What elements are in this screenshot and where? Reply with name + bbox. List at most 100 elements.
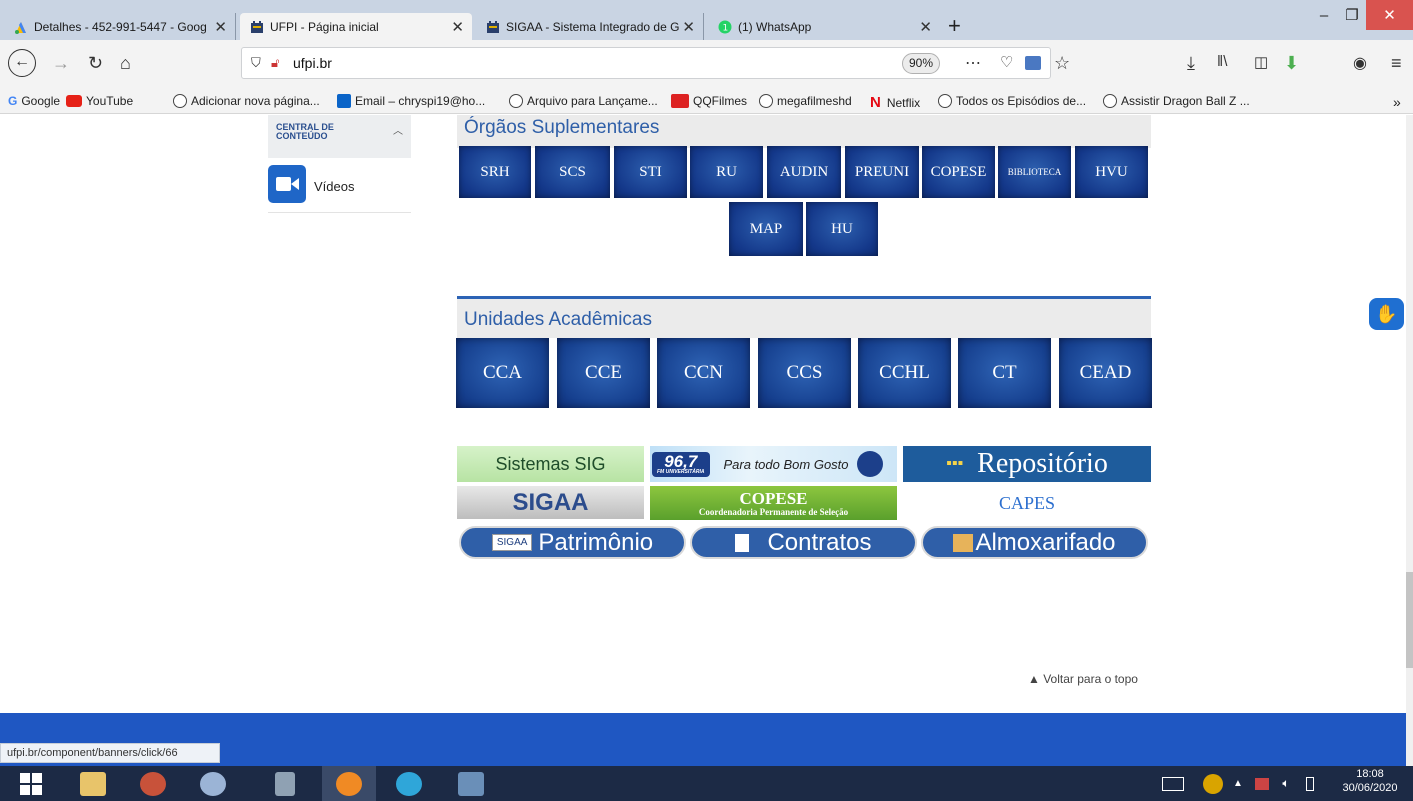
capes-banner[interactable]: CAPES: [903, 486, 1151, 520]
file-explorer-icon[interactable]: [66, 766, 120, 801]
restore-button[interactable]: ❐: [1338, 0, 1366, 30]
url-text[interactable]: ufpi.br: [293, 55, 332, 71]
app-icon[interactable]: [444, 766, 498, 801]
close-icon[interactable]: ✕: [919, 18, 932, 36]
sidebar-icon[interactable]: ◫: [1254, 53, 1268, 71]
tab-title: Detalhes - 452-991-5447 - Goog: [34, 19, 207, 34]
help-icon[interactable]: [1198, 766, 1228, 801]
close-window-button[interactable]: ✕: [1366, 0, 1413, 30]
orgao-button[interactable]: PREUNI: [845, 146, 919, 198]
unidade-button[interactable]: CCN: [657, 338, 750, 408]
tab-sigaa[interactable]: SIGAA - Sistema Integrado de G ✕: [476, 13, 704, 40]
orgao-button[interactable]: AUDIN: [767, 146, 841, 198]
orgao-button[interactable]: SRH: [459, 146, 531, 198]
radio-slogan: Para todo Bom Gosto: [723, 456, 849, 472]
video-camera-icon[interactable]: [268, 165, 306, 203]
copese-banner[interactable]: COPESE Coordenadoria Permanente de Seleç…: [650, 486, 897, 520]
tab-google-ads[interactable]: Detalhes - 452-991-5447 - Goog ✕: [4, 13, 236, 40]
home-button[interactable]: ⌂: [120, 53, 131, 74]
unidade-button[interactable]: CCE: [557, 338, 650, 408]
radio-banner[interactable]: 96,7 FM UNIVERSITÁRIA Para todo Bom Gosto: [650, 446, 897, 482]
back-button[interactable]: ←: [8, 49, 36, 77]
repositorio-banner[interactable]: ▪▪▪ Repositório: [903, 446, 1151, 482]
sidebar-item-videos[interactable]: Vídeos: [314, 179, 354, 194]
unidade-button[interactable]: CCA: [456, 338, 549, 408]
bookmark-google[interactable]: G Google: [8, 94, 60, 108]
ufpi-icon: [250, 20, 264, 34]
minimize-button[interactable]: –: [1310, 0, 1338, 30]
tray-chevron-icon[interactable]: ▲: [1228, 766, 1248, 801]
ccleaner-icon[interactable]: [126, 766, 180, 801]
orgao-button[interactable]: BIBLIOTECA: [998, 146, 1071, 198]
almoxarifado-button[interactable]: Almoxarifado: [921, 526, 1148, 559]
scrollbar-thumb[interactable]: [1406, 572, 1413, 668]
orgao-button[interactable]: COPESE: [922, 146, 995, 198]
reload-button[interactable]: ↻: [88, 53, 103, 74]
pocket-icon[interactable]: ♡: [1000, 53, 1013, 71]
calculator-icon[interactable]: [258, 766, 312, 801]
outlook-icon: [337, 94, 351, 108]
orgao-button[interactable]: MAP: [729, 202, 803, 256]
sistemas-sig-banner[interactable]: Sistemas SIG: [457, 446, 644, 482]
download-icon[interactable]: ⤓: [1187, 53, 1195, 74]
chevron-up-icon[interactable]: ︿: [393, 122, 403, 137]
insecure-lock-icon[interactable]: 🔓︎: [271, 55, 279, 71]
globe-icon: [1103, 94, 1117, 108]
scrollbar-track[interactable]: [1406, 115, 1413, 766]
windows-start-icon[interactable]: [4, 766, 58, 801]
orgao-button[interactable]: HU: [806, 202, 878, 256]
contratos-button[interactable]: Contratos: [690, 526, 917, 559]
clock[interactable]: 18:08 30/06/2020: [1340, 767, 1400, 795]
tab-ufpi[interactable]: UFPI - Página inicial ✕: [240, 13, 472, 40]
keyboard-icon[interactable]: [1155, 766, 1191, 801]
bookmark-nova-pagina[interactable]: Adicionar nova página...: [173, 94, 320, 108]
accessibility-hand-icon[interactable]: ✋: [1369, 298, 1404, 330]
bookmark-star-icon[interactable]: ☆: [1054, 53, 1070, 74]
account-icon[interactable]: ◉: [1353, 53, 1367, 73]
new-tab-button[interactable]: +: [948, 13, 961, 39]
divider: [268, 212, 411, 213]
paint-icon[interactable]: [186, 766, 240, 801]
bookmark-episodios[interactable]: Todos os Episódios de...: [938, 94, 1086, 108]
bookmark-qqfilmes[interactable]: QQFilmes: [671, 94, 747, 108]
tab-whatsapp[interactable]: 1 (1) WhatsApp ✕: [708, 13, 940, 40]
zoom-level[interactable]: 90%: [902, 53, 940, 74]
back-to-top-link[interactable]: ▲ Voltar para o topo: [1028, 672, 1138, 686]
globe-icon: [759, 94, 773, 108]
close-icon[interactable]: ✕: [214, 18, 227, 36]
bookmark-netflix[interactable]: N Netflix: [870, 94, 920, 111]
bookmark-dragon-ball[interactable]: Assistir Dragon Ball Z ...: [1103, 94, 1250, 108]
orgao-button[interactable]: STI: [614, 146, 687, 198]
sigaa-banner[interactable]: SIGAA: [457, 486, 644, 519]
translate-icon[interactable]: [1025, 56, 1041, 70]
close-icon[interactable]: ✕: [682, 18, 695, 36]
volume-icon[interactable]: 🔈︎: [1274, 766, 1298, 801]
flag-icon[interactable]: [1250, 766, 1274, 801]
shield-icon[interactable]: ⛉: [251, 55, 261, 71]
extension-icon[interactable]: ⬇: [1284, 53, 1299, 74]
section-title-orgaos: Órgãos Suplementares: [457, 115, 1151, 148]
firefox-icon[interactable]: [322, 766, 376, 801]
orgao-button[interactable]: SCS: [535, 146, 610, 198]
unidade-button[interactable]: CCHL: [858, 338, 951, 408]
bookmark-youtube[interactable]: YouTube: [66, 94, 133, 108]
bookmark-email[interactable]: Email – chryspi19@ho...: [337, 94, 485, 108]
bookmark-megafilmes[interactable]: megafilmeshd: [759, 94, 852, 108]
patrimonio-button[interactable]: SIGAA Patrimônio: [459, 526, 686, 559]
battery-icon[interactable]: [1298, 766, 1322, 801]
close-icon[interactable]: ✕: [451, 18, 464, 36]
library-icon[interactable]: ‖\: [1217, 53, 1227, 70]
unidade-button[interactable]: CCS: [758, 338, 851, 408]
clock-date: 30/06/2020: [1342, 782, 1398, 794]
orgao-button[interactable]: HVU: [1075, 146, 1148, 198]
page-actions-icon[interactable]: ⋯: [965, 53, 981, 73]
bookmark-arquivo[interactable]: Arquivo para Lançame...: [509, 94, 658, 108]
unidade-button[interactable]: CEAD: [1059, 338, 1152, 408]
orgao-button[interactable]: RU: [690, 146, 763, 198]
forward-button[interactable]: →: [52, 53, 70, 74]
edge-icon[interactable]: [382, 766, 436, 801]
radio-badge-icon: [856, 451, 883, 477]
more-bookmarks-icon[interactable]: »: [1393, 94, 1401, 110]
unidade-button[interactable]: CT: [958, 338, 1051, 408]
menu-icon[interactable]: ≡: [1391, 53, 1402, 74]
